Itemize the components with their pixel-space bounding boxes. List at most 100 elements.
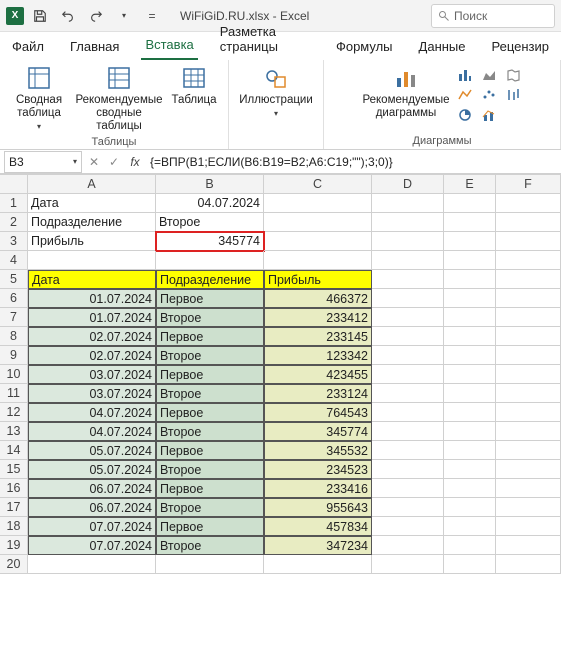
tab-file[interactable]: Файл [8,35,48,60]
search-box[interactable]: Поиск [431,4,555,28]
cell[interactable] [496,270,561,289]
cell[interactable] [444,403,496,422]
selected-cell[interactable]: 345774 [156,232,264,251]
row-header[interactable]: 4 [0,251,28,270]
tab-formulas[interactable]: Формулы [332,35,397,60]
row-header[interactable]: 9 [0,346,28,365]
cell[interactable] [444,479,496,498]
table-header-cell[interactable]: Прибыль [264,270,372,289]
name-box[interactable]: B3 ▾ [4,151,82,173]
row-header[interactable]: 20 [0,555,28,574]
tab-data[interactable]: Данные [415,35,470,60]
table-cell[interactable]: 04.07.2024 [28,422,156,441]
cell[interactable] [496,555,561,574]
tab-insert[interactable]: Вставка [141,33,197,60]
cell[interactable] [496,232,561,251]
cell[interactable] [496,422,561,441]
table-header-cell[interactable]: Дата [28,270,156,289]
cell[interactable] [264,213,372,232]
cell[interactable] [496,327,561,346]
cell[interactable]: 04.07.2024 [156,194,264,213]
row-header[interactable]: 1 [0,194,28,213]
table-cell[interactable]: Первое [156,479,264,498]
row-header[interactable]: 14 [0,441,28,460]
table-cell[interactable]: 07.07.2024 [28,536,156,555]
cell[interactable] [444,346,496,365]
cell[interactable] [372,384,444,403]
cell[interactable] [496,213,561,232]
cell[interactable] [496,308,561,327]
cell[interactable] [372,422,444,441]
enter-formula-button[interactable]: ✓ [104,155,124,169]
cell[interactable] [496,460,561,479]
chart-stock-button[interactable] [503,86,523,104]
cell[interactable] [496,498,561,517]
tab-home[interactable]: Главная [66,35,123,60]
row-header[interactable]: 17 [0,498,28,517]
cell[interactable] [372,270,444,289]
cell[interactable] [372,289,444,308]
cell[interactable] [444,555,496,574]
cell[interactable] [444,194,496,213]
row-header[interactable]: 15 [0,460,28,479]
cell[interactable] [444,422,496,441]
recommended-pivot-button[interactable]: Рекомендуемые сводные таблицы [74,62,164,134]
cell[interactable] [444,270,496,289]
cell[interactable] [372,346,444,365]
table-cell[interactable]: 345774 [264,422,372,441]
row-header[interactable]: 7 [0,308,28,327]
cell[interactable] [444,384,496,403]
table-cell[interactable]: 03.07.2024 [28,365,156,384]
table-cell[interactable]: 01.07.2024 [28,308,156,327]
table-cell[interactable]: 06.07.2024 [28,498,156,517]
cell[interactable] [496,194,561,213]
tab-review[interactable]: Рецензир [488,35,554,60]
chart-map-button[interactable] [503,66,523,84]
table-cell[interactable]: Первое [156,365,264,384]
cell[interactable] [444,441,496,460]
table-cell[interactable]: 233145 [264,327,372,346]
save-button[interactable] [28,4,52,28]
cell[interactable] [264,251,372,270]
undo-button[interactable] [56,4,80,28]
qat-separator-button[interactable]: = [140,4,164,28]
table-cell[interactable]: 03.07.2024 [28,384,156,403]
col-header[interactable]: A [28,175,156,194]
col-header[interactable]: C [264,175,372,194]
cell[interactable] [496,346,561,365]
cell[interactable] [372,498,444,517]
row-header[interactable]: 10 [0,365,28,384]
table-cell[interactable]: Второе [156,346,264,365]
table-cell[interactable]: 04.07.2024 [28,403,156,422]
cell[interactable] [444,289,496,308]
cancel-formula-button[interactable]: ✕ [84,155,104,169]
table-cell[interactable]: Первое [156,517,264,536]
cell[interactable] [372,232,444,251]
fx-button[interactable]: fx [124,155,146,169]
formula-input[interactable]: {=ВПР(B1;ЕСЛИ(B6:B19=B2;A6:C19;"");3;0)} [146,155,561,169]
row-header[interactable]: 8 [0,327,28,346]
cell[interactable] [444,308,496,327]
redo-button[interactable] [84,4,108,28]
cell[interactable] [264,194,372,213]
cell[interactable] [496,251,561,270]
cell[interactable]: Прибыль [28,232,156,251]
cell[interactable] [372,441,444,460]
illustrations-button[interactable]: Иллюстрации ▾ [237,62,315,118]
cell[interactable] [372,517,444,536]
table-cell[interactable]: 347234 [264,536,372,555]
spreadsheet-grid[interactable]: A B C D E F 1 Дата 04.07.2024 2 Подразде… [0,174,561,574]
cell[interactable] [264,555,372,574]
table-cell[interactable]: Второе [156,422,264,441]
cell[interactable]: Подразделение [28,213,156,232]
chart-combo-button[interactable] [479,106,499,124]
table-cell[interactable]: 123342 [264,346,372,365]
chart-line-button[interactable] [455,86,475,104]
table-cell[interactable]: Второе [156,498,264,517]
table-cell[interactable]: 05.07.2024 [28,441,156,460]
cell[interactable]: Дата [28,194,156,213]
table-cell[interactable]: 234523 [264,460,372,479]
chart-pie-button[interactable] [455,106,475,124]
cell[interactable]: Второе [156,213,264,232]
table-cell[interactable]: 955643 [264,498,372,517]
